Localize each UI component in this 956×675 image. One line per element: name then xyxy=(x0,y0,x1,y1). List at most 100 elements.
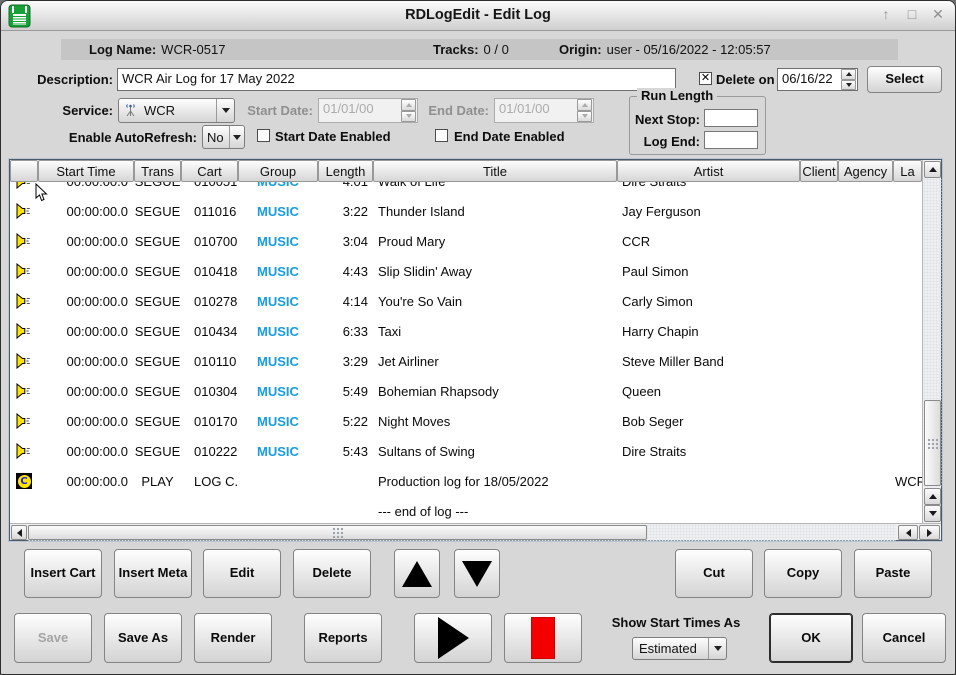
cell-start_time: 00:00:00.0 xyxy=(38,182,134,189)
column-header-start_time[interactable]: Start Time xyxy=(38,160,134,182)
column-header-artist[interactable]: Artist xyxy=(617,160,800,182)
chevron-down-icon xyxy=(222,108,230,113)
maximize-icon[interactable]: □ xyxy=(903,6,921,23)
table-row[interactable]: C00:00:00.0PLAYLOG C...Production log fo… xyxy=(10,466,922,496)
paste-button[interactable]: Paste xyxy=(854,549,932,598)
scroll-right-button[interactable] xyxy=(919,525,940,540)
cell-start_time: 00:00:00.0 xyxy=(38,294,134,309)
grip-dots-icon xyxy=(332,527,343,538)
column-header-client[interactable]: Client xyxy=(800,160,838,182)
down-triangle-icon xyxy=(462,561,492,587)
table-row[interactable]: 00:00:00.0SEGUE010110MUSIC3:29Jet Airlin… xyxy=(10,346,922,376)
column-header-group[interactable]: Group xyxy=(238,160,318,182)
down-arrow-icon xyxy=(929,511,937,516)
insert-meta-button[interactable]: Insert Meta xyxy=(114,549,192,598)
shade-icon[interactable]: ↑ xyxy=(877,6,895,23)
scroll-left-button-2[interactable] xyxy=(898,525,918,540)
save-as-button[interactable]: Save As xyxy=(104,613,182,663)
start-date-enabled-label: Start Date Enabled xyxy=(275,129,391,144)
column-header-trans[interactable]: Trans xyxy=(134,160,181,182)
move-up-button[interactable] xyxy=(394,549,440,598)
description-input[interactable]: WCR Air Log for 17 May 2022 xyxy=(117,68,676,91)
move-down-button[interactable] xyxy=(454,549,500,598)
cell-artist: Dire Straits xyxy=(617,182,800,189)
scroll-left-button[interactable] xyxy=(11,525,27,540)
cell-title: Thunder Island xyxy=(373,204,617,219)
cancel-button[interactable]: Cancel xyxy=(862,613,946,663)
run-length-group: Run Length Next Stop: Log End: xyxy=(629,96,766,155)
up-arrow-icon xyxy=(582,103,588,107)
delete-button[interactable]: Delete xyxy=(293,549,371,598)
save-button[interactable]: Save xyxy=(14,613,92,663)
scroll-down-button[interactable] xyxy=(924,505,941,522)
cell-length: 4:01 xyxy=(318,182,373,189)
start-date-enabled-checkbox[interactable] xyxy=(257,129,270,142)
reports-button[interactable]: Reports xyxy=(304,613,382,663)
table-row[interactable]: 00:00:00.0SEGUE011016MUSIC3:22Thunder Is… xyxy=(10,196,922,226)
down-arrow-icon xyxy=(846,83,852,87)
render-button[interactable]: Render xyxy=(194,613,272,663)
select-button[interactable]: Select xyxy=(867,66,942,93)
end-of-log-row[interactable]: --- end of log --- xyxy=(10,496,922,523)
table-row[interactable]: 00:00:00.0SEGUE010434MUSIC6:33TaxiHarry … xyxy=(10,316,922,346)
table-row[interactable]: 00:00:00.0SEGUE010304MUSIC5:49Bohemian R… xyxy=(10,376,922,406)
column-header-agency[interactable]: Agency xyxy=(838,160,893,182)
close-icon[interactable]: ✕ xyxy=(929,6,947,23)
speaker-icon xyxy=(10,226,38,256)
spinner-up-button xyxy=(577,99,592,111)
table-row[interactable]: 00:00:00.0SEGUE010700MUSIC3:04Proud Mary… xyxy=(10,226,922,256)
cell-trans: SEGUE xyxy=(134,324,181,339)
scroll-up-button-2[interactable] xyxy=(924,488,941,505)
dropdown-arrow xyxy=(229,126,244,148)
column-header-icon[interactable] xyxy=(10,160,38,182)
end-date-enabled-checkbox[interactable] xyxy=(435,129,448,142)
cell-cart: 010222 xyxy=(181,444,238,459)
stop-button[interactable] xyxy=(504,613,582,663)
cell-cart: 010278 xyxy=(181,294,238,309)
play-button[interactable] xyxy=(414,613,492,663)
cell-length: 4:43 xyxy=(318,264,373,279)
cell-group: MUSIC xyxy=(238,264,318,279)
table-row[interactable]: 00:00:00.0SEGUE010051MUSIC4:01Walk of Li… xyxy=(10,182,922,196)
column-header-length[interactable]: Length xyxy=(318,160,373,182)
vscroll-thumb[interactable] xyxy=(924,400,941,486)
table-row[interactable]: 00:00:00.0SEGUE010222MUSIC5:43Sultans of… xyxy=(10,436,922,466)
cell-start_time: 00:00:00.0 xyxy=(38,324,134,339)
table-row[interactable]: 00:00:00.0SEGUE010278MUSIC4:14You're So … xyxy=(10,286,922,316)
table-row[interactable]: 00:00:00.0SEGUE010170MUSIC5:22Night Move… xyxy=(10,406,922,436)
speaker-icon xyxy=(10,182,38,196)
info-bar: Log Name:WCR-0517 Tracks:0 / 0 Origin:us… xyxy=(61,39,898,60)
ok-button[interactable]: OK xyxy=(769,613,853,663)
vertical-scrollbar[interactable] xyxy=(922,160,941,523)
cell-start_time: 00:00:00.0 xyxy=(38,444,134,459)
cell-length: 3:29 xyxy=(318,354,373,369)
spinner-up-button[interactable] xyxy=(841,69,856,80)
hscroll-thumb[interactable] xyxy=(28,525,647,540)
delete-on-checkbox[interactable]: ✕ xyxy=(699,72,712,85)
cell-start_time: 00:00:00.0 xyxy=(38,354,134,369)
insert-cart-button[interactable]: Insert Cart xyxy=(24,549,102,598)
copy-button[interactable]: Copy xyxy=(764,549,842,598)
cell-start_time: 00:00:00.0 xyxy=(38,474,134,489)
column-header-title[interactable]: Title xyxy=(373,160,617,182)
column-header-label[interactable]: La xyxy=(893,160,922,182)
table-row[interactable]: 00:00:00.0SEGUE010418MUSIC4:43Slip Slidi… xyxy=(10,256,922,286)
service-select[interactable]: WCR xyxy=(118,98,235,123)
right-arrow-icon xyxy=(927,529,932,537)
cell-artist: Steve Miller Band xyxy=(617,354,800,369)
show-start-times-select[interactable]: Estimated xyxy=(632,637,727,660)
cell-group: MUSIC xyxy=(238,384,318,399)
cell-start_time: 00:00:00.0 xyxy=(38,234,134,249)
cut-button[interactable]: Cut xyxy=(675,549,753,598)
cell-title: Production log for 18/05/2022 xyxy=(373,474,617,489)
log-end-field xyxy=(704,131,758,149)
edit-button[interactable]: Edit xyxy=(203,549,281,598)
spinner-down-button[interactable] xyxy=(841,80,856,91)
horizontal-scrollbar[interactable] xyxy=(10,523,941,540)
column-header-cart[interactable]: Cart xyxy=(181,160,238,182)
tracks: Tracks:0 / 0 xyxy=(433,42,509,57)
cell-artist: Carly Simon xyxy=(617,294,800,309)
scroll-up-button[interactable] xyxy=(924,161,941,178)
autorefresh-select[interactable]: No xyxy=(202,125,245,149)
log-name-value: WCR-0517 xyxy=(161,42,225,57)
